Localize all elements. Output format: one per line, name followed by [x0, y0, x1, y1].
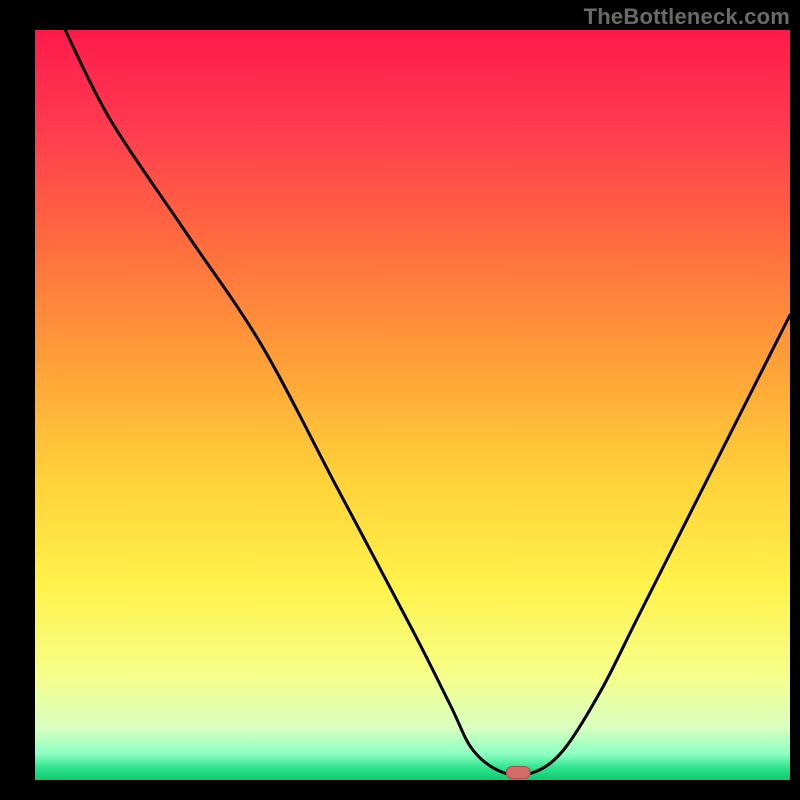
chart-stage: TheBottleneck.com	[0, 0, 800, 800]
watermark-text: TheBottleneck.com	[584, 4, 790, 30]
frame-left	[0, 0, 35, 800]
frame-bottom	[0, 780, 800, 800]
optimum-marker	[506, 767, 530, 779]
bottleneck-chart	[0, 0, 800, 800]
plot-background	[35, 30, 790, 780]
frame-right	[790, 0, 800, 800]
